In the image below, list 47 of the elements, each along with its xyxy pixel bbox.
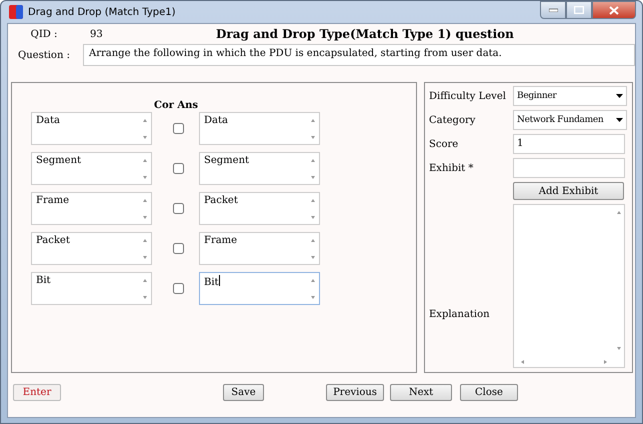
maximize-icon [574,6,584,14]
question-field[interactable]: Arrange the following in which the PDU is encapsulated, starting from user data. [83,44,635,66]
qid-label: QID : [30,28,58,40]
minimize-button[interactable] [540,1,566,19]
close-window-button[interactable] [592,1,636,19]
column-header: Cor Ans [154,100,198,111]
text-area[interactable]: Packet [199,192,320,225]
add-exhibit-button[interactable]: Add Exhibit [513,182,624,200]
explanation-field[interactable] [513,204,625,368]
action-button[interactable]: Previous [326,384,384,400]
app-icon [9,5,23,19]
input-field[interactable] [513,158,625,178]
text-area[interactable]: Frame [31,192,152,225]
text-area[interactable]: Data [199,112,320,145]
dropdown-arrow-icon [616,118,623,122]
text-area[interactable]: Packet [31,232,152,265]
field-label: Exhibit * [429,162,474,174]
checkbox[interactable] [173,123,184,134]
text-area[interactable]: Segment [199,152,320,185]
qid-value: 93 [89,28,104,40]
action-button[interactable]: Enter [13,384,61,400]
field-label: Explanation [429,309,491,322]
dropdown[interactable]: Network Fundamen [513,110,627,130]
page-heading: Drag and Drop Type(Match Type 1) question [216,27,514,41]
input-field[interactable]: 1 [513,134,625,154]
text-area[interactable]: Bit [31,272,152,305]
checkbox[interactable] [173,243,184,254]
text-area[interactable]: Bit [199,272,320,305]
action-button[interactable]: Next [390,384,452,400]
field-label: Category [429,114,476,126]
minimize-icon [548,8,558,12]
field-label: Difficulty Level [429,90,507,102]
dropdown-arrow-icon [616,94,623,98]
field-label: Score [429,138,460,150]
text-area[interactable]: Data [31,112,152,145]
window-title: Drag and Drop (Match Type1) [28,6,176,18]
text-area[interactable]: Frame [199,232,320,265]
checkbox[interactable] [173,203,184,214]
maximize-button[interactable] [566,1,592,19]
text-area[interactable]: Segment [31,152,152,185]
dropdown[interactable]: Beginner [513,86,627,106]
checkbox[interactable] [173,283,184,294]
checkbox[interactable] [173,163,184,174]
action-button[interactable]: Close [460,384,518,400]
question-label: Question : [17,49,71,61]
close-icon [609,6,619,14]
action-button[interactable]: Save [223,384,264,400]
